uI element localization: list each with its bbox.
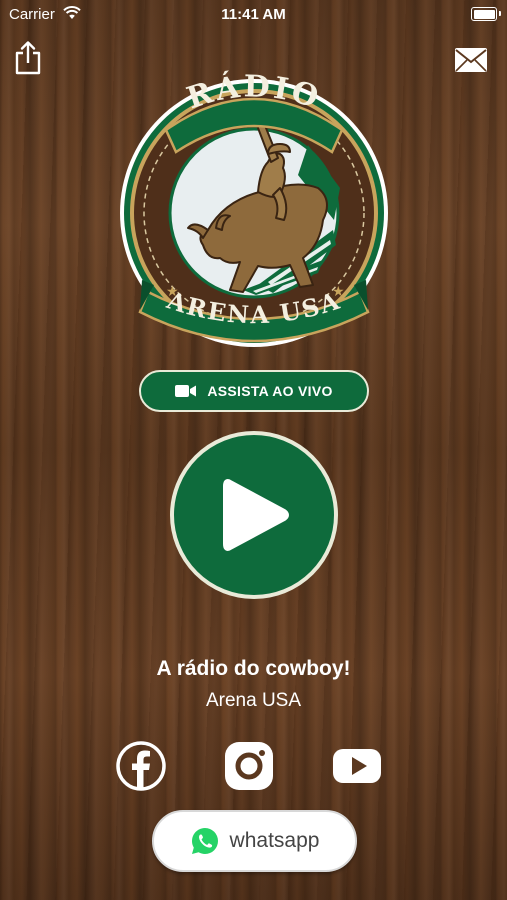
- play-button[interactable]: [170, 431, 338, 599]
- station-name: Arena USA: [205, 690, 302, 711]
- play-icon: [223, 479, 289, 551]
- clock: 11:41 AM: [221, 6, 286, 23]
- email-button[interactable]: [454, 47, 488, 73]
- whatsapp-icon: [191, 828, 218, 854]
- svg-text:★: ★: [332, 284, 345, 300]
- youtube-icon: [333, 749, 381, 783]
- facebook-button[interactable]: [115, 740, 167, 792]
- watch-live-label: ASSISTA AO VIVO: [207, 383, 333, 399]
- svg-text:★: ★: [166, 284, 179, 300]
- whatsapp-button[interactable]: whatsapp: [152, 810, 357, 872]
- instagram-icon: [225, 742, 273, 790]
- share-icon: [15, 41, 41, 75]
- instagram-button[interactable]: [223, 740, 275, 792]
- youtube-button[interactable]: [331, 740, 383, 792]
- slogan-text: A rádio do cowboy!: [156, 657, 351, 680]
- battery-icon: [471, 7, 501, 21]
- facebook-icon: [116, 741, 166, 791]
- mail-icon: [455, 48, 487, 72]
- share-button[interactable]: [12, 40, 44, 76]
- radio-logo: RÁDIO ARENA USA ★ ★: [108, 69, 400, 350]
- watch-live-button[interactable]: ASSISTA AO VIVO: [139, 370, 369, 412]
- whatsapp-label: whatsapp: [229, 829, 320, 852]
- status-bar: Carrier 11:41 AM: [0, 0, 507, 30]
- video-camera-icon: [175, 385, 197, 397]
